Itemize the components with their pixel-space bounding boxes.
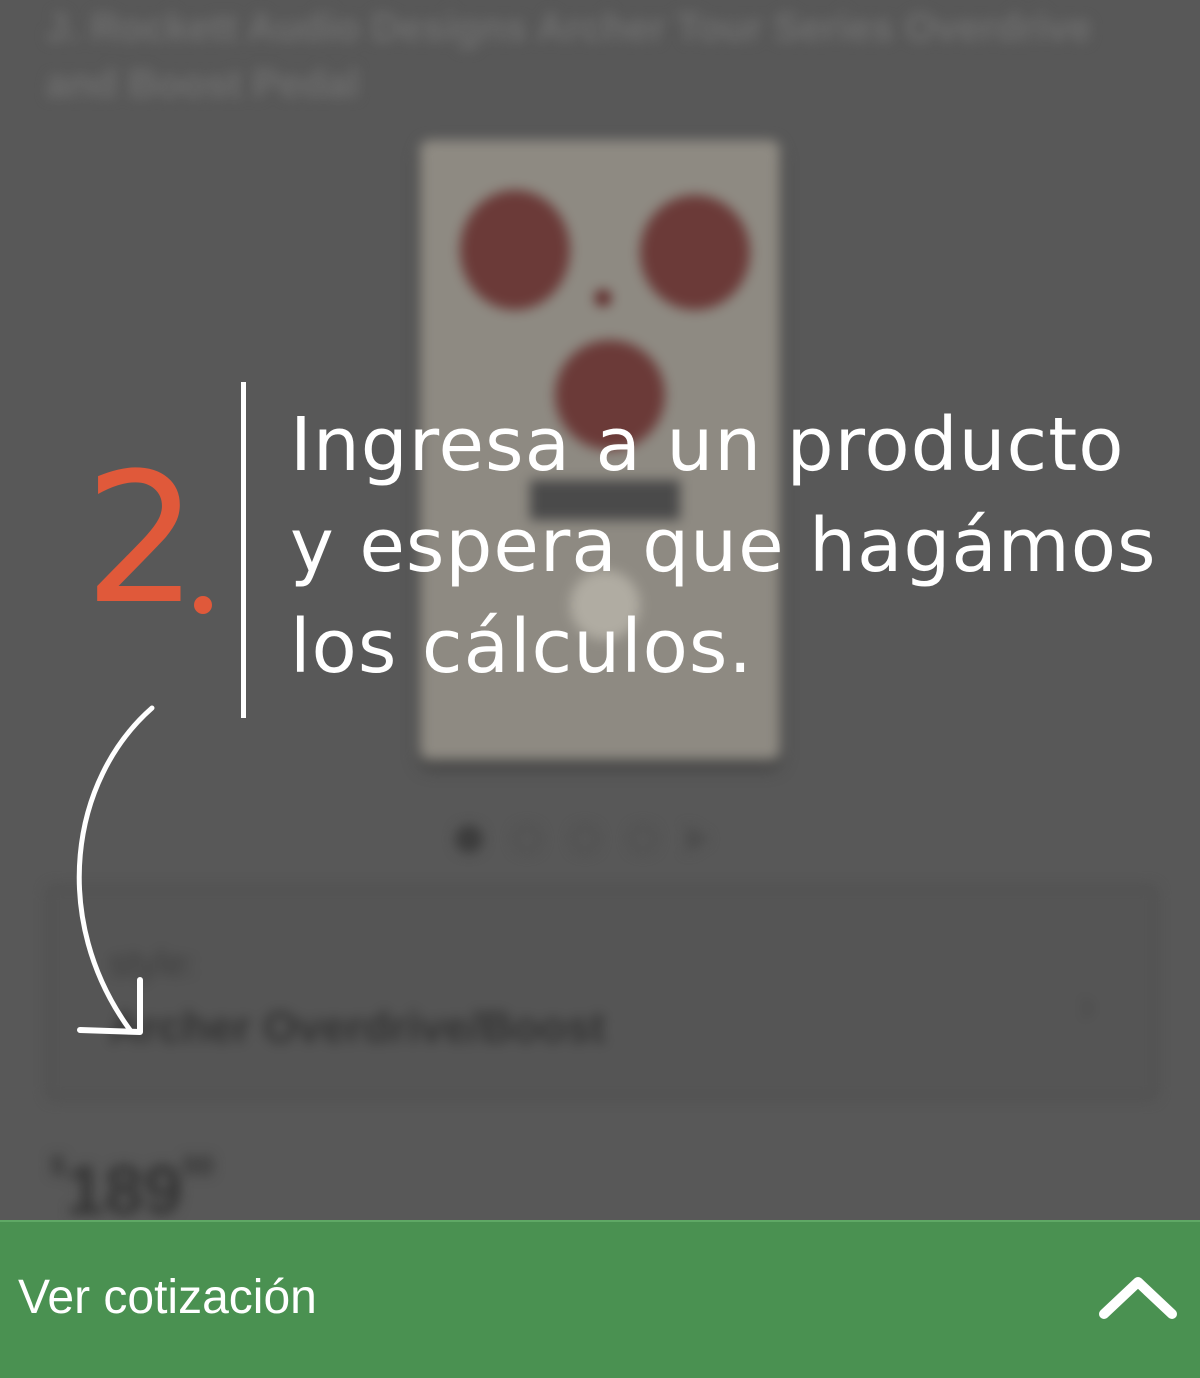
carousel-dot[interactable] xyxy=(571,825,599,853)
pedal-knob xyxy=(460,190,570,310)
price-cents: 00 xyxy=(182,1150,214,1181)
carousel-dot[interactable] xyxy=(629,825,657,853)
chevron-right-icon: › xyxy=(1079,979,1095,1032)
carousel-next-icon[interactable] xyxy=(687,825,709,853)
view-quote-label: Ver cotización xyxy=(18,1271,317,1324)
carousel-dot[interactable] xyxy=(513,825,541,853)
instruction-text: Ingresa a un producto y espera que hagám… xyxy=(290,402,1157,690)
quote-bar[interactable]: Ver cotización xyxy=(0,1220,1200,1378)
product-title: J. Rockett Audio Designs Archer Tour Ser… xyxy=(46,6,1092,106)
pedal-led xyxy=(595,290,611,306)
step-number: 2 xyxy=(84,435,199,644)
style-selector[interactable]: style: Archer Overdrive/Boost › xyxy=(46,885,1158,1100)
curved-arrow-icon xyxy=(76,705,155,1035)
price-integer: 189 xyxy=(65,1151,183,1229)
divider xyxy=(241,382,246,718)
product-price: $18900 xyxy=(50,1150,214,1230)
step-number-dot xyxy=(194,596,212,614)
pedal-knob xyxy=(640,195,750,310)
carousel-dot[interactable] xyxy=(455,825,483,853)
price-currency: $ xyxy=(50,1150,66,1181)
carousel-indicator xyxy=(455,825,709,853)
chevron-up-icon[interactable] xyxy=(1098,1272,1178,1322)
